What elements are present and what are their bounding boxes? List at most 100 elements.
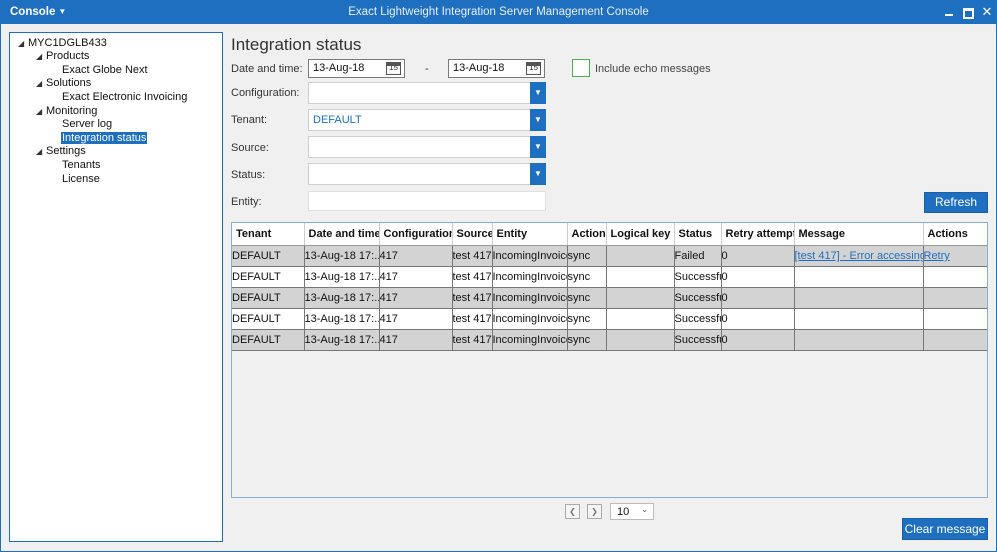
refresh-button[interactable]: Refresh [924,192,988,213]
table-row[interactable]: DEFAULT 13-Aug-18 17:... 417 test 417 In… [232,329,987,351]
date-range-separator: - [425,63,429,75]
cell-actions [923,287,987,309]
status-table: Tenant Date and time Configuration Sourc… [232,223,987,351]
page-size-value: 10 [617,506,630,518]
cell-status: Successful [674,266,722,288]
chevron-left-icon: ❮ [569,507,576,516]
cell-logical-key [606,245,675,267]
cell-actions: Retry [923,245,987,267]
cell-retry-attempt: 0 [721,266,795,288]
cell-message [794,329,924,351]
configuration-dropdown[interactable]: ▼ [308,82,546,104]
column-header-retry-attempt[interactable]: Retry attempt [721,223,795,246]
minimize-icon [945,14,953,16]
client-area: ◢ MYC1DGLB433 ◢ Products Exact Globe Nex… [1,24,996,551]
tree-node-monitoring[interactable]: ◢ Monitoring [36,105,98,118]
cell-configuration: 417 [379,266,453,288]
cell-tenant: DEFAULT [232,266,305,288]
tree-node-server-log[interactable]: Server log [62,118,112,131]
chevron-down-icon: ▼ [530,109,546,131]
tree-node-license-label: License [62,173,100,185]
page-size-dropdown[interactable]: 10 ⌄ [610,503,654,520]
column-header-source[interactable]: Source [452,223,493,246]
cell-source: test 417 [452,329,493,351]
source-dropdown[interactable]: ▼ [308,136,546,158]
tree-node-products[interactable]: ◢ Products [36,50,90,63]
table-row[interactable]: DEFAULT 13-Aug-18 17:... 417 test 417 In… [232,287,987,309]
tree-node-exact-globe-next-label: Exact Globe Next [62,64,148,76]
chevron-down-icon: ⌄ [641,505,648,514]
tree-node-monitoring-label: Monitoring [46,105,98,117]
cell-status: Successful [674,308,722,330]
source-label: Source: [231,142,269,154]
tenant-dropdown[interactable]: DEFAULT ▼ [308,109,546,131]
window-title: Exact Lightweight Integration Server Man… [348,6,649,18]
previous-page-button[interactable]: ❮ [565,504,580,519]
maximize-button[interactable] [959,3,977,21]
cell-message [794,266,924,288]
cell-action: sync [567,266,607,288]
table-row[interactable]: DEFAULT 13-Aug-18 17:... 417 test 417 In… [232,245,987,267]
cell-logical-key [606,266,675,288]
date-from-picker[interactable]: 13-Aug-18 15 [308,59,405,78]
cell-status: Successful [674,287,722,309]
table-row[interactable]: DEFAULT 13-Aug-18 17:... 417 test 417 In… [232,266,987,288]
tree-node-tenants[interactable]: Tenants [62,159,101,172]
column-header-tenant[interactable]: Tenant [232,223,305,246]
cell-retry-attempt: 0 [721,287,795,309]
expanded-triangle-icon: ◢ [36,147,43,156]
tree-node-exact-globe-next[interactable]: Exact Globe Next [62,64,148,77]
cell-source: test 417 [452,287,493,309]
table-row[interactable]: DEFAULT 13-Aug-18 17:... 417 test 417 In… [232,308,987,330]
minimize-button[interactable] [940,3,958,21]
cell-tenant: DEFAULT [232,308,305,330]
cell-actions [923,308,987,330]
close-button[interactable]: ✕ [978,3,996,21]
cell-configuration: 417 [379,308,453,330]
cell-entity: IncomingInvoice [492,245,568,267]
cell-source: test 417 [452,266,493,288]
navigation-tree: ◢ MYC1DGLB433 ◢ Products Exact Globe Nex… [9,32,223,542]
tree-node-license[interactable]: License [62,173,100,186]
title-bar: Console ▼ Exact Lightweight Integration S… [0,0,997,24]
column-header-configuration[interactable]: Configuration [379,223,453,246]
next-page-button[interactable]: ❯ [587,504,602,519]
cell-logical-key [606,287,675,309]
console-menu[interactable]: Console ▼ [4,3,72,21]
close-icon: ✕ [981,4,993,19]
include-echo-checkbox[interactable] [572,59,590,77]
date-to-picker[interactable]: 13-Aug-18 15 [448,59,545,78]
cell-actions [923,266,987,288]
tree-node-integration-status[interactable]: Integration status [61,132,148,145]
tree-node-exact-electronic-invoicing[interactable]: Exact Electronic Invoicing [62,91,187,104]
date-to-value: 13-Aug-18 [453,62,505,74]
expanded-triangle-icon: ◢ [36,52,43,61]
column-header-actions[interactable]: Actions [923,223,987,246]
integration-status-grid: Tenant Date and time Configuration Sourc… [231,222,988,498]
cell-entity: IncomingInvoice [492,287,568,309]
status-dropdown[interactable]: ▼ [308,163,546,185]
tree-node-products-label: Products [46,50,90,62]
clear-message-button[interactable]: Clear message [902,518,988,540]
cell-source: test 417 [452,308,493,330]
column-header-entity[interactable]: Entity [492,223,568,246]
tree-node-settings[interactable]: ◢ Settings [36,145,86,158]
calendar-icon[interactable]: 15 [526,62,541,75]
expanded-triangle-icon: ◢ [36,79,43,88]
message-link[interactable]: [test 417] - Error accessing... [795,250,923,262]
tree-node-solutions[interactable]: ◢ Solutions [36,77,91,90]
cell-logical-key [606,329,675,351]
column-header-message[interactable]: Message [794,223,924,246]
tree-node-exact-electronic-invoicing-label: Exact Electronic Invoicing [62,91,188,103]
column-header-date-and-time[interactable]: Date and time [304,223,380,246]
column-header-status[interactable]: Status [674,223,722,246]
retry-link[interactable]: Retry [924,250,950,262]
entity-input[interactable] [308,191,546,211]
entity-label: Entity: [231,196,262,208]
column-header-logical-key[interactable]: Logical key [606,223,675,246]
column-header-action[interactable]: Action [567,223,607,246]
tree-node-root[interactable]: ◢ MYC1DGLB433 [18,37,107,50]
calendar-icon[interactable]: 15 [386,62,401,75]
date-from-value: 13-Aug-18 [313,62,365,74]
tree-node-settings-label: Settings [46,145,86,157]
